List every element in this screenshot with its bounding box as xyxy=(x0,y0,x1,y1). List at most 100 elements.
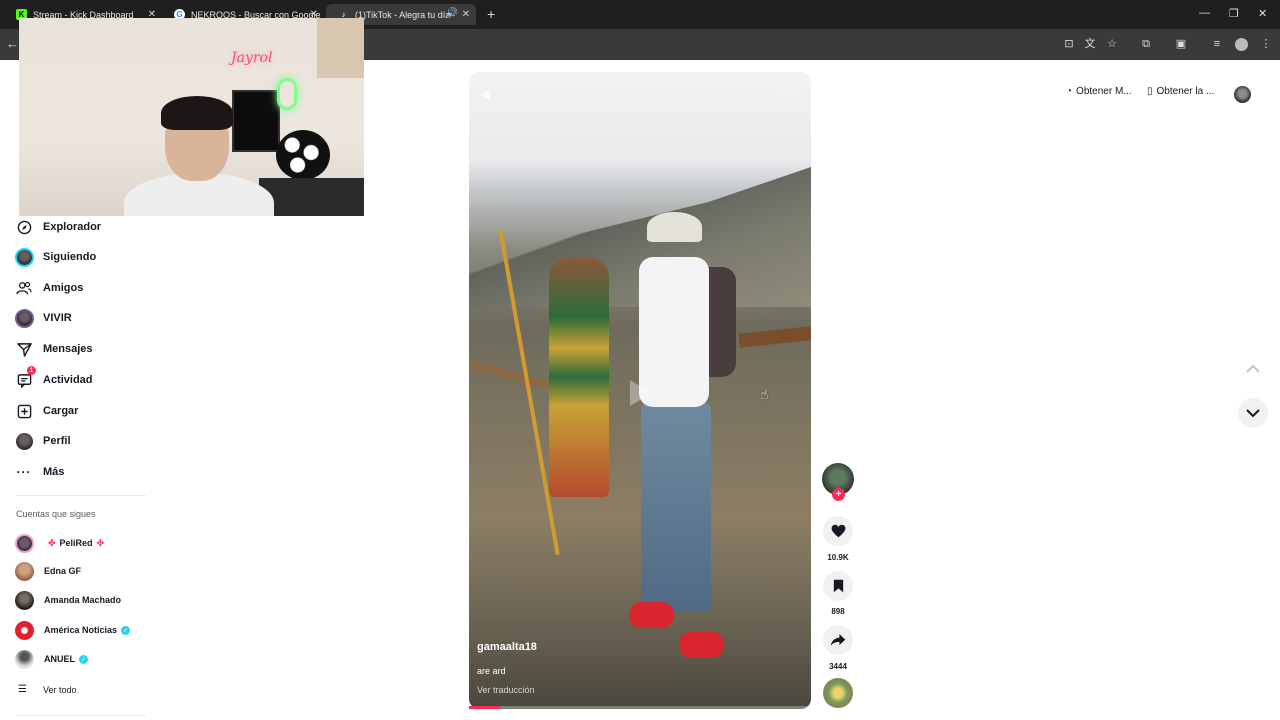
translate-icon[interactable]: 文 xyxy=(1084,38,1096,50)
webcam-green-neon xyxy=(277,78,297,110)
video-inca-statue xyxy=(549,257,609,497)
sidebar-item-vivir[interactable]: VIVIR xyxy=(14,307,72,329)
share-button[interactable] xyxy=(823,625,853,655)
media-control-icon[interactable]: ▣ xyxy=(1175,38,1187,50)
webcam-black-board xyxy=(232,90,280,152)
chevron-up-icon xyxy=(1246,364,1260,373)
see-all-link[interactable]: ☰ Ver todo xyxy=(18,684,77,695)
video-fence xyxy=(469,360,559,392)
activity-badge: 1 xyxy=(27,366,36,375)
avatar xyxy=(15,620,34,640)
get-app-label: Obtener M... xyxy=(1076,86,1132,97)
share-arrow-icon xyxy=(830,634,846,646)
window-close-icon[interactable]: ✕ xyxy=(1258,7,1267,20)
webcam-neon-sign: Jayrol xyxy=(231,50,273,66)
video-progress-fill xyxy=(469,706,500,709)
previous-video-button[interactable] xyxy=(1238,353,1268,383)
phone-icon: ▯ xyxy=(1147,86,1153,97)
browser-menu-icon[interactable]: ⋮ xyxy=(1260,38,1272,50)
maximize-icon[interactable]: ❐ xyxy=(1229,7,1239,20)
sidebar-divider xyxy=(16,495,146,496)
webcam-shelf xyxy=(317,18,364,78)
video-caption: are ard xyxy=(477,666,506,676)
verified-badge-icon: ✓ xyxy=(79,654,88,664)
following-name: Edna GF xyxy=(44,566,82,576)
get-mobile-app-label: Obtener la ... xyxy=(1156,86,1215,97)
sidebar-item-actividad[interactable]: 1 Actividad xyxy=(14,366,93,391)
get-mobile-app-button[interactable]: ▯ Obtener la ... xyxy=(1147,86,1214,97)
following-item-edna-gf[interactable]: Edna GF xyxy=(15,561,81,581)
app-icon: ◔ xyxy=(1066,86,1073,97)
sidebar-item-mensajes[interactable]: Mensajes xyxy=(14,338,93,360)
like-button[interactable] xyxy=(823,516,853,546)
compass-icon xyxy=(14,217,34,237)
sidebar-item-siguiendo[interactable]: Siguiendo xyxy=(14,246,96,268)
video-person xyxy=(619,212,739,662)
maple-leaf-icon: ✤ xyxy=(48,537,56,548)
music-disc-icon[interactable] xyxy=(823,678,853,708)
like-count: 10.9K xyxy=(827,553,849,562)
profile-avatar[interactable] xyxy=(1234,86,1251,103)
see-all-label: Ver todo xyxy=(42,684,77,695)
video-more-icon[interactable]: ··· xyxy=(781,84,797,99)
following-name: PeliRed xyxy=(59,538,93,548)
bookmark-icon xyxy=(833,579,843,593)
tab-title: (1)TikTok - Alegra tu día xyxy=(355,9,451,20)
play-icon[interactable] xyxy=(628,378,654,408)
sidebar-divider xyxy=(16,715,146,716)
sidebar-item-label: Mensajes xyxy=(43,343,93,355)
following-name: Amanda Machado xyxy=(44,595,122,605)
following-item-pelired[interactable]: ✤ PeliRed ✤ xyxy=(15,533,108,553)
next-video-button[interactable] xyxy=(1238,398,1268,428)
sidebar-item-label: Amigos xyxy=(43,282,84,294)
share-count: 3444 xyxy=(829,662,847,671)
following-item-america-noticias[interactable]: América Noticias ✓ xyxy=(15,620,131,640)
following-item-anuel[interactable]: ANUEL ✓ xyxy=(15,649,88,669)
minimize-icon[interactable]: — xyxy=(1199,7,1210,19)
save-button[interactable] xyxy=(823,571,853,601)
sidebar-item-label: Explorador xyxy=(43,221,102,233)
avatar xyxy=(15,561,34,581)
video-fence xyxy=(738,326,811,348)
reading-list-icon[interactable]: ≡ xyxy=(1211,38,1223,50)
bookmark-star-icon[interactable]: ☆ xyxy=(1106,38,1118,50)
avatar-icon xyxy=(14,247,34,267)
sidebar-item-label: Perfil xyxy=(43,435,71,447)
browser-profile-avatar[interactable] xyxy=(1235,38,1248,51)
sidebar-item-mas[interactable]: ··· Más xyxy=(14,461,65,483)
video-author-username[interactable]: gamaalta18 xyxy=(477,641,537,653)
sidebar-item-amigos[interactable]: Amigos xyxy=(14,277,83,299)
profile-icon xyxy=(14,431,34,451)
sidebar-item-label: Cargar xyxy=(43,405,79,417)
avatar xyxy=(15,590,34,610)
list-icon: ☰ xyxy=(18,684,27,695)
webcam-desk xyxy=(259,178,364,216)
following-item-amanda-machado[interactable]: Amanda Machado xyxy=(15,590,121,610)
follow-plus-icon[interactable]: + xyxy=(832,488,845,501)
maple-leaf-icon: ✤ xyxy=(96,537,105,548)
following-name: ANUEL xyxy=(44,654,75,664)
see-translation-link[interactable]: Ver traducción xyxy=(477,685,535,695)
video-progress-bar[interactable] xyxy=(469,706,811,709)
webcam-polka-dot-ball xyxy=(276,130,330,180)
back-arrow-icon[interactable]: ← xyxy=(6,36,19,51)
avatar xyxy=(15,649,34,669)
volume-muted-icon[interactable]: ◀ xyxy=(480,86,490,102)
mouse-cursor-icon: ☝ xyxy=(760,386,769,402)
install-app-icon[interactable]: ⊡ xyxy=(1063,38,1075,50)
sidebar-item-perfil[interactable]: Perfil xyxy=(14,430,71,452)
sidebar-item-cargar[interactable]: Cargar xyxy=(14,400,78,422)
activity-icon: 1 xyxy=(14,366,36,390)
speaker-icon[interactable]: 🔊 xyxy=(446,8,458,19)
get-app-button[interactable]: ◔ Obtener M... xyxy=(1066,86,1132,97)
sidebar-item-label: Siguiendo xyxy=(43,251,97,263)
new-tab-button[interactable]: + xyxy=(487,6,495,22)
heart-icon xyxy=(831,524,845,538)
following-section-title: Cuentas que sigues xyxy=(16,509,96,519)
sidebar-item-explorador[interactable]: Explorador xyxy=(14,216,101,238)
extensions-icon[interactable]: ⧉ xyxy=(1140,38,1152,50)
more-icon: ··· xyxy=(16,465,32,479)
following-name: América Noticias xyxy=(44,625,118,635)
close-tab-icon[interactable]: ✕ xyxy=(462,9,470,20)
upload-icon xyxy=(14,401,34,421)
